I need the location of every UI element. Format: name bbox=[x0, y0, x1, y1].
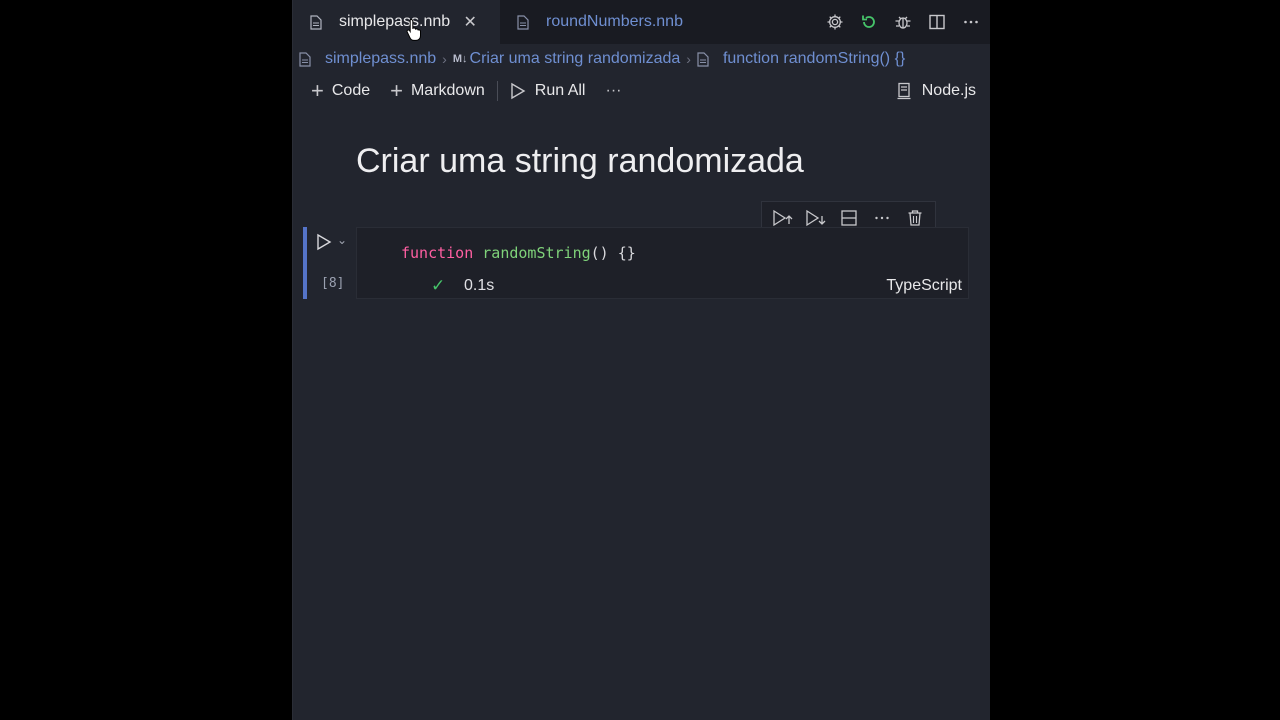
chevron-down-icon[interactable]: ⌄ bbox=[337, 233, 349, 247]
add-code-label: Code bbox=[331, 82, 371, 99]
debug-icon[interactable] bbox=[892, 11, 914, 33]
execution-count: [8] bbox=[321, 276, 345, 291]
markdown-icon: M↓ bbox=[452, 53, 468, 65]
breadcrumb-symbol[interactable]: function randomString() {} bbox=[723, 50, 905, 68]
more-icon[interactable] bbox=[960, 11, 982, 33]
code-keyword: function bbox=[401, 244, 474, 262]
run-all-button[interactable]: Run All bbox=[510, 76, 586, 106]
tab-label: simplepass.nnb bbox=[339, 13, 451, 30]
notebook-toolbar: + Code + Markdown Run All ··· Node.js bbox=[293, 74, 990, 108]
cell-focus-indicator bbox=[303, 227, 307, 299]
kernel-label: Node.js bbox=[921, 82, 976, 99]
code-function-name: randomString bbox=[482, 244, 591, 262]
restart-icon[interactable] bbox=[858, 11, 880, 33]
breadcrumb: simplepass.nnb › M↓ Criar uma string ran… bbox=[293, 44, 990, 74]
breadcrumb-file[interactable]: simplepass.nnb bbox=[325, 50, 436, 68]
chevron-right-icon: › bbox=[686, 51, 691, 67]
play-icon bbox=[510, 82, 526, 100]
tab-simplepass[interactable]: simplepass.nnb ✕ bbox=[293, 0, 500, 44]
gear-icon[interactable] bbox=[824, 11, 846, 33]
cell-language[interactable]: TypeScript bbox=[886, 277, 962, 295]
add-markdown-label: Markdown bbox=[410, 82, 485, 99]
toolbar-divider bbox=[496, 81, 498, 101]
markdown-heading[interactable]: Criar uma string randomizada bbox=[356, 142, 804, 181]
split-editor-icon[interactable] bbox=[926, 11, 948, 33]
check-icon: ✓ bbox=[431, 276, 446, 295]
close-icon[interactable]: ✕ bbox=[462, 12, 478, 32]
add-code-button[interactable]: + Code bbox=[311, 76, 370, 106]
chevron-right-icon: › bbox=[442, 51, 447, 67]
breadcrumb-section[interactable]: Criar uma string randomizada bbox=[470, 50, 681, 68]
run-all-label: Run All bbox=[534, 82, 586, 99]
plus-icon: + bbox=[390, 78, 403, 103]
more-actions-button[interactable]: ··· bbox=[605, 76, 621, 106]
server-icon bbox=[896, 82, 912, 100]
execution-time: 0.1s bbox=[464, 277, 495, 294]
file-icon bbox=[697, 51, 709, 67]
mouse-cursor-icon bbox=[406, 18, 421, 41]
code-line[interactable]: function randomString() {} bbox=[401, 244, 636, 262]
run-cell-icon[interactable] bbox=[315, 233, 333, 251]
file-icon bbox=[310, 14, 322, 30]
tab-bar: simplepass.nnb ✕ roundNumbers.nnb bbox=[293, 0, 990, 44]
editor-actions bbox=[824, 0, 982, 44]
more-icon: ··· bbox=[605, 82, 622, 99]
cell-editor[interactable]: function randomString() {} ✓ 0.1s TypeSc… bbox=[356, 227, 969, 299]
file-icon bbox=[517, 14, 529, 30]
editor-window: simplepass.nnb ✕ roundNumbers.nnb simple… bbox=[292, 0, 990, 720]
add-markdown-button[interactable]: + Markdown bbox=[390, 76, 485, 106]
tab-roundnumbers[interactable]: roundNumbers.nnb bbox=[500, 0, 732, 44]
tab-label: roundNumbers.nnb bbox=[546, 13, 683, 30]
code-rest: () {} bbox=[590, 244, 636, 262]
file-icon bbox=[299, 51, 311, 67]
code-cell[interactable]: ⌄ [8] function randomString() {} ✓ 0.1s … bbox=[303, 227, 969, 299]
plus-icon: + bbox=[311, 78, 324, 103]
kernel-picker[interactable]: Node.js bbox=[896, 74, 976, 108]
